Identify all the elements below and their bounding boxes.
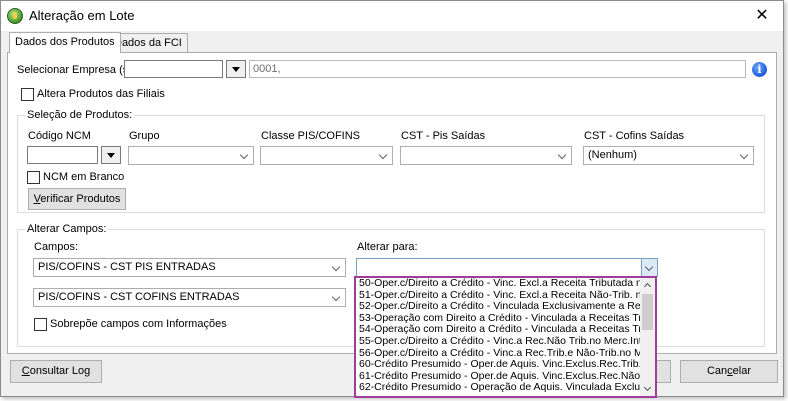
ncm-dropdown-button[interactable] — [101, 146, 121, 164]
alterar-para-dropdown-list[interactable]: 50-Oper.c/Direito a Crédito - Vinc. Excl… — [354, 276, 657, 398]
title-bar[interactable]: Alteração em Lote ✕ — [1, 1, 783, 31]
selecao-produtos-title: Seleção de Produtos: — [25, 109, 135, 121]
list-item[interactable]: 50-Oper.c/Direito a Crédito - Vinc. Excl… — [356, 278, 640, 290]
list-item[interactable]: 54-Operação com Direito a Crédito - Vinc… — [356, 324, 640, 336]
scroll-up-icon[interactable] — [640, 278, 655, 292]
empresa-label: Selecionar Empresa (s): — [17, 64, 135, 76]
info-icon[interactable]: i — [752, 62, 767, 77]
list-item[interactable]: 62-Crédito Presumido - Operação de Aquis… — [356, 382, 640, 394]
grupo-select[interactable] — [128, 146, 254, 165]
list-item[interactable]: 55-Oper.c/Direito a Crédito - Vinc.a Rec… — [356, 336, 640, 348]
cst-cofins-saidas-label: CST - Cofins Saídas — [584, 130, 685, 142]
tab-dados-produtos[interactable]: Dados dos Produtos — [9, 32, 121, 53]
altera-filiais-label: Altera Produtos das Filiais — [37, 88, 165, 100]
campo2-value: PIS/COFINS - CST COFINS ENTRADAS — [38, 291, 240, 303]
alterar-para-select[interactable] — [356, 258, 658, 277]
consultar-label: onsultar Log — [29, 365, 91, 377]
campo1-value: PIS/COFINS - CST PIS ENTRADAS — [38, 261, 216, 273]
ncm-input[interactable] — [27, 146, 98, 164]
scroll-thumb[interactable] — [642, 294, 653, 330]
chevron-down-icon — [555, 147, 571, 164]
list-item[interactable]: 53-Operação com Direito a Crédito - Vinc… — [356, 313, 640, 325]
cst-pis-saidas-select[interactable] — [400, 146, 572, 165]
list-item[interactable]: 52-Oper.c/Direito a Crédito - Vinculada … — [356, 301, 640, 313]
dropdown-options: 50-Oper.c/Direito a Crédito - Vinc. Excl… — [356, 278, 640, 396]
empresa-selected-field: 0001, — [249, 60, 746, 78]
scroll-down-icon[interactable] — [640, 382, 655, 396]
campo2-select[interactable]: PIS/COFINS - CST COFINS ENTRADAS — [33, 288, 346, 307]
classe-pis-cofins-label: Classe PIS/COFINS — [261, 130, 361, 142]
campo1-select[interactable]: PIS/COFINS - CST PIS ENTRADAS — [33, 258, 346, 277]
ncm-branco-checkbox[interactable] — [27, 171, 40, 184]
chevron-down-icon — [641, 259, 657, 276]
cancelar-prefix: Can — [706, 365, 728, 377]
sobrepoe-checkbox[interactable] — [34, 318, 47, 331]
classe-pis-cofins-select[interactable] — [260, 146, 393, 165]
cst-cofins-saidas-value: (Nenhum) — [588, 149, 637, 161]
ncm-branco-label: NCM em Branco — [43, 171, 125, 183]
chevron-down-icon — [737, 147, 753, 164]
consultar-mnemonic: C — [21, 365, 30, 377]
empresa-dropdown-button[interactable] — [226, 60, 246, 78]
cst-pis-saidas-label: CST - Pis Saídas — [401, 130, 486, 142]
close-button[interactable]: ✕ — [745, 1, 779, 29]
list-item[interactable]: 56-Oper.c/Direito a Crédito - Vinc.a Rec… — [356, 348, 640, 360]
window-title: Alteração em Lote — [29, 8, 135, 23]
campos-label: Campos: — [34, 241, 79, 253]
verificar-produtos-button[interactable]: Verificar Produtos — [28, 188, 126, 210]
cst-cofins-saidas-select[interactable]: (Nenhum) — [583, 146, 754, 165]
alterar-campos-title: Alterar Campos: — [25, 223, 109, 235]
chevron-down-icon — [329, 289, 345, 306]
chevron-down-icon — [237, 147, 253, 164]
cancelar-rest: elar — [732, 365, 752, 377]
chevron-down-icon — [329, 259, 345, 276]
list-item[interactable]: 51-Oper.c/Direito a Crédito - Vinc. Excl… — [356, 290, 640, 302]
grupo-label: Grupo — [129, 130, 160, 142]
dropdown-scrollbar[interactable] — [640, 278, 655, 396]
list-item[interactable]: 60-Crédito Presumido - Oper.de Aquis. Vi… — [356, 359, 640, 371]
empresa-input[interactable] — [124, 60, 223, 78]
consultar-log-button[interactable]: Consultar Log — [10, 360, 102, 383]
chevron-down-icon — [376, 147, 392, 164]
alterar-para-label: Alterar para: — [357, 241, 418, 253]
sobrepoe-label: Sobrepõe campos com Informações — [50, 318, 227, 330]
list-item[interactable]: 61-Crédito Presumido - Oper.de Aquis. Vi… — [356, 371, 640, 383]
ncm-label: Código NCM — [28, 130, 91, 142]
verificar-label: erificar Produtos — [40, 193, 121, 205]
cancelar-button[interactable]: Cancelar — [680, 360, 778, 383]
altera-filiais-checkbox[interactable] — [21, 88, 34, 101]
app-logo-icon — [7, 8, 23, 24]
